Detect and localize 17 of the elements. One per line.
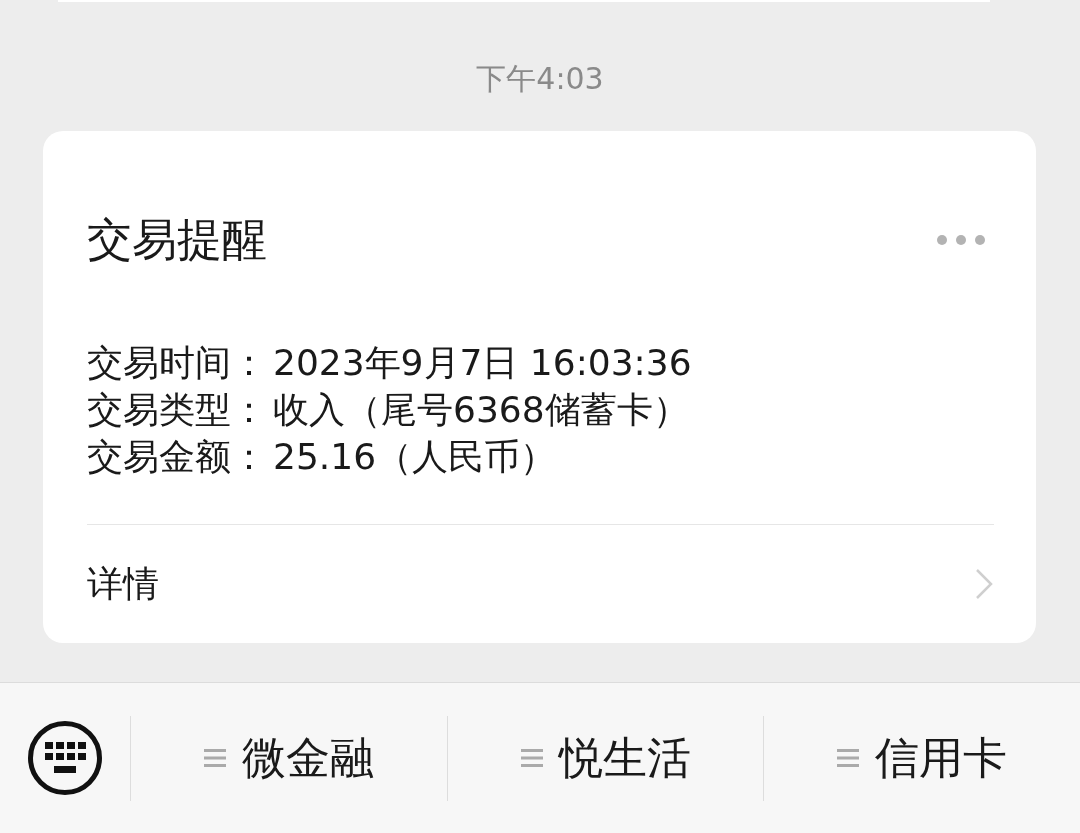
keyboard-icon[interactable] — [28, 721, 102, 795]
field-label: 交易金额： — [87, 435, 267, 479]
details-link[interactable]: 详情 — [87, 525, 994, 643]
field-value: 2023年9月7日 16:03:36 — [273, 341, 692, 385]
menu-icon — [520, 748, 543, 768]
menu-tab[interactable]: 信用卡 — [764, 715, 1080, 801]
field-label: 交易类型： — [87, 388, 267, 432]
menu-icon — [837, 748, 860, 768]
menu-tab[interactable]: 悦生活 — [447, 715, 764, 801]
message-timestamp: 下午4:03 — [476, 62, 604, 96]
field-label: 交易时间： — [87, 341, 267, 385]
card-title: 交易提醒 — [87, 212, 267, 268]
menu-icon — [203, 748, 226, 768]
menu-tab[interactable]: 微金融 — [131, 715, 447, 801]
field-value: 25.16（人民币） — [273, 435, 557, 479]
field-value: 收入（尾号6368储蓄卡） — [273, 388, 689, 432]
chevron-right-icon — [975, 568, 993, 600]
